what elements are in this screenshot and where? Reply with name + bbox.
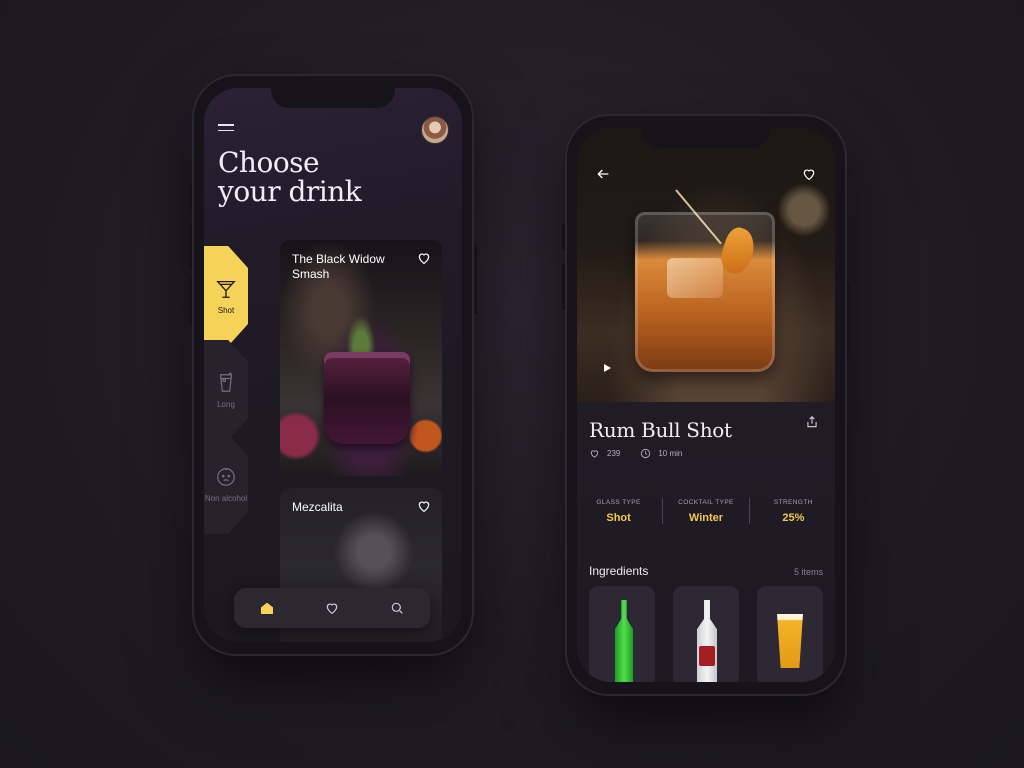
category-label: Non alcohol [204,493,248,503]
drink-card-title: The Black Widow Smash [292,252,385,281]
stat-cocktail-type: COCKTAIL TYPE Winter [666,499,746,524]
green-liqueur-bottle [615,600,633,682]
ice-cube [667,258,723,298]
volume-up-button [189,224,192,270]
category-shot[interactable]: Shot [204,246,248,346]
notch [271,88,395,108]
martini-glass-icon [216,280,236,298]
drink-photo-garnish [344,310,378,356]
ingredients-header: Ingredients 5 items [589,564,823,578]
heart-icon [326,603,338,615]
beer-glass [777,614,803,668]
drink-photo [324,352,410,444]
mute-switch [562,224,565,250]
ingredients-count[interactable]: 5 items [794,567,823,577]
play-icon[interactable] [601,362,613,374]
bottle-label [699,646,715,666]
stat-strength: STRENGTH 25% [753,499,833,524]
drink-stats: GLASS TYPE Shot COCKTAIL TYPE Winter STR… [577,490,835,532]
title-line-2: your drink [218,175,362,208]
nav-home[interactable] [258,599,276,617]
search-icon [392,602,404,614]
phone-right: Rum Bull Shot 239 10 min GLASS TYPE Shot [562,114,850,696]
ingredient-tile[interactable] [757,586,823,682]
home-icon [260,602,273,614]
user-avatar[interactable] [421,116,449,144]
stat-value: Winter [688,511,724,524]
stat-label: COCKTAIL TYPE [678,498,734,506]
heart-icon[interactable] [416,498,432,514]
menu-icon[interactable] [218,124,236,134]
category-rail: Shot Long Non alcohol [204,246,250,534]
nav-favorites[interactable] [323,599,341,617]
category-label: Long [217,399,235,409]
prep-time: 10 min [640,448,682,459]
stat-label: STRENGTH [773,498,813,506]
likes: 239 [589,448,620,459]
volume-down-button [189,278,192,324]
power-button [474,244,477,314]
volume-up-button [562,264,565,310]
ingredients-title: Ingredients [589,564,649,578]
back-arrow-icon[interactable] [595,166,611,182]
stat-value: 25% [782,511,805,524]
page-title: Choose your drink [218,148,438,206]
heart-icon[interactable] [801,166,817,182]
stat-glass-type: GLASS TYPE Shot [579,499,659,524]
drink-hero-photo [577,128,835,402]
screen-drink-detail: Rum Bull Shot 239 10 min GLASS TYPE Shot [577,128,835,682]
ingredient-tile[interactable] [673,586,739,682]
power-button [847,284,850,354]
long-drink-icon [219,371,233,392]
drink-meta: 239 10 min [589,448,702,459]
mute-switch [189,184,192,210]
drink-name: Rum Bull Shot [589,418,732,442]
stat-value: Shot [606,511,631,524]
clock-icon [641,448,651,459]
likes-count: 239 [607,449,621,458]
divider [749,498,751,524]
heart-icon [590,450,599,458]
rum-bottle [697,600,717,682]
nav-search[interactable] [388,599,406,617]
category-label: Shot [217,305,235,315]
bottom-nav [234,588,430,628]
ingredients-list [589,586,823,682]
stat-label: GLASS TYPE [596,498,641,506]
ingredient-tile[interactable] [589,586,655,682]
divider [661,498,663,524]
phone-left: Choose your drink Shot Long Non alcohol … [189,74,477,656]
baby-face-icon [217,467,235,486]
prep-time-value: 10 min [658,449,683,458]
screen-choose-drink: Choose your drink Shot Long Non alcohol … [204,88,462,642]
share-icon[interactable] [805,414,819,430]
notch [642,128,770,148]
category-long[interactable]: Long [204,340,248,440]
category-non-alcohol[interactable]: Non alcohol [204,434,248,534]
drink-card-title: Mezcalita [292,500,343,514]
heart-icon[interactable] [416,250,432,266]
drink-card[interactable]: The Black Widow Smash [280,240,442,476]
